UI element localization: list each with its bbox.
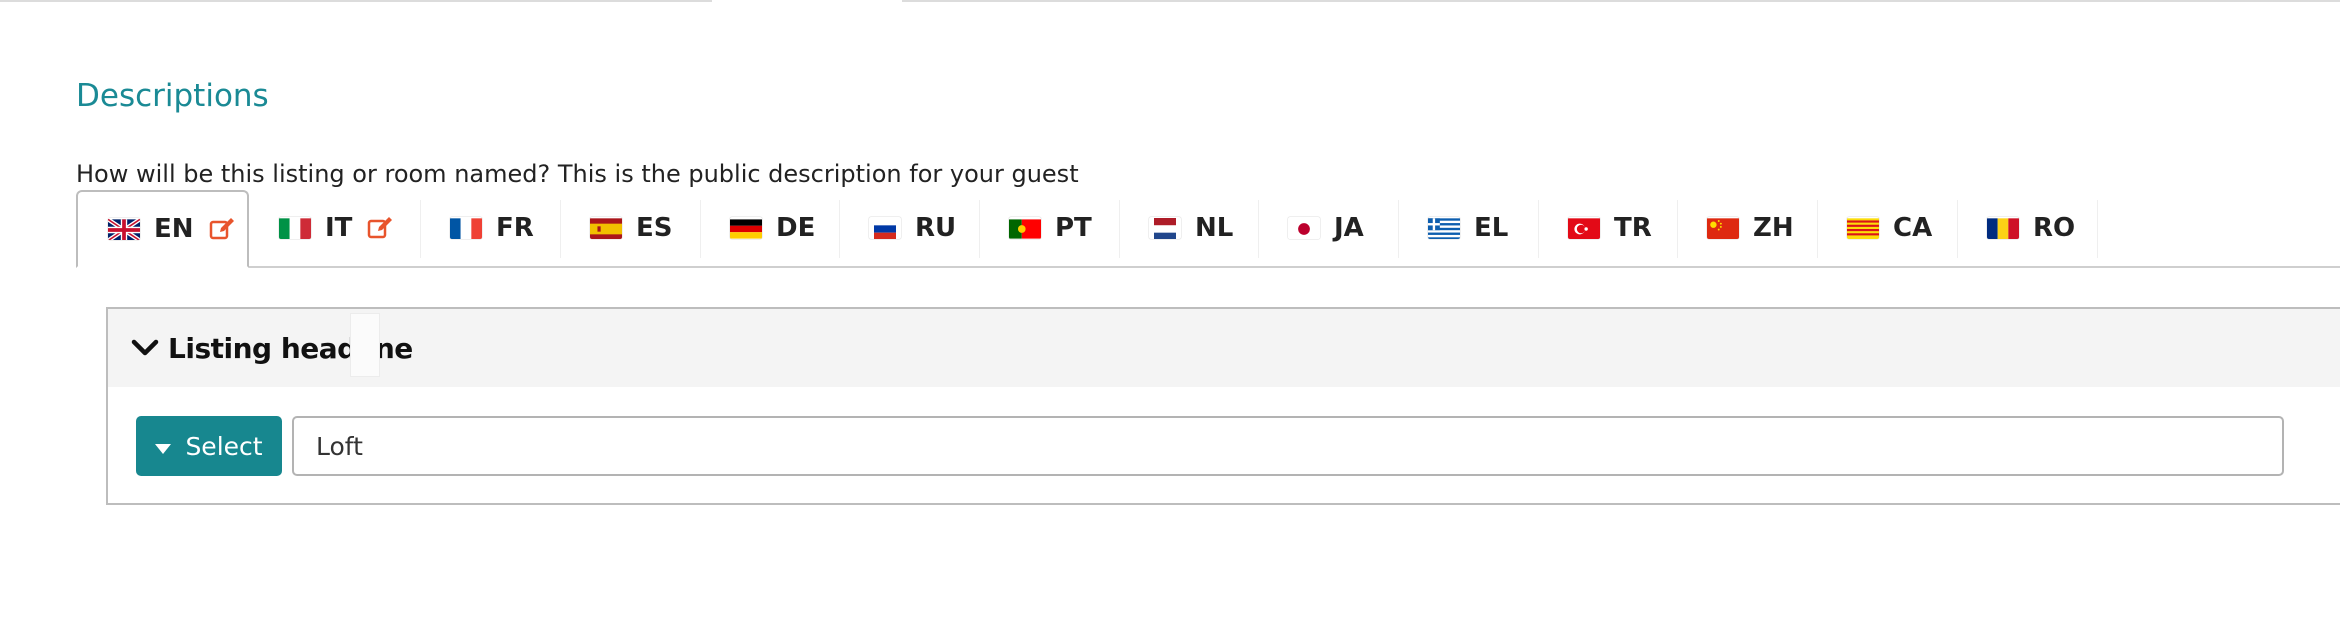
gr-flag-icon (1428, 217, 1460, 239)
ro-flag-icon (1987, 217, 2019, 239)
section-help-text: How will be this listing or room named? … (76, 160, 1079, 188)
pt-flag-icon (1009, 217, 1041, 239)
panel-header[interactable]: Listing headline (108, 309, 2340, 387)
es-flag-icon (590, 217, 622, 239)
catalonia-flag-icon (1847, 217, 1879, 239)
tab-label: JA (1334, 213, 1364, 243)
select-dropdown-button[interactable]: Select (136, 416, 282, 476)
tab-label: ES (636, 213, 673, 243)
tab-label: PT (1055, 213, 1092, 243)
tab-zh[interactable]: ZH (1677, 190, 1817, 266)
tab-it[interactable]: IT (249, 190, 434, 266)
tab-el[interactable]: EL (1398, 190, 1538, 266)
tab-label: FR (496, 213, 534, 243)
tab-ru[interactable]: RU (839, 190, 979, 266)
tab-ja[interactable]: JA (1258, 190, 1398, 266)
ru-flag-icon (869, 217, 901, 239)
header-marker (350, 313, 380, 377)
nl-flag-icon (1149, 217, 1181, 239)
chevron-down-icon[interactable] (130, 333, 160, 363)
section-title: Descriptions (76, 78, 269, 114)
jp-flag-icon (1288, 217, 1320, 239)
tab-label: IT (325, 213, 353, 243)
tab-ro[interactable]: RO (1957, 190, 2097, 266)
tab-pt[interactable]: PT (979, 190, 1119, 266)
tab-label: EN (154, 214, 194, 244)
select-label: Select (185, 431, 263, 461)
tab-fr[interactable]: FR (420, 190, 560, 266)
top-divider-right (902, 0, 2340, 2)
headline-input[interactable] (292, 416, 2284, 476)
language-tabs: EN IT FR ES DE RU PT NL JA EL TR ZH CA R… (76, 190, 2340, 268)
tab-label: CA (1893, 213, 1933, 243)
cn-flag-icon (1707, 217, 1739, 239)
edit-icon (208, 215, 236, 243)
tab-label: EL (1474, 213, 1509, 243)
tabs-baseline (76, 266, 2340, 268)
top-divider-left (0, 0, 712, 2)
fr-flag-icon (450, 217, 482, 239)
tab-label: DE (776, 213, 816, 243)
it-flag-icon (279, 217, 311, 239)
tab-label: RO (2033, 213, 2076, 243)
gb-flag-icon (108, 218, 140, 240)
tab-label: TR (1614, 213, 1652, 243)
tab-en[interactable]: EN (76, 190, 249, 268)
edit-icon (366, 214, 394, 242)
caret-down-icon (155, 432, 172, 461)
tab-divider (2097, 200, 2098, 258)
tab-label: ZH (1753, 213, 1794, 243)
tab-de[interactable]: DE (700, 190, 839, 266)
tab-nl[interactable]: NL (1119, 190, 1258, 266)
tab-ca[interactable]: CA (1817, 190, 1957, 266)
tab-label: RU (915, 213, 957, 243)
tab-es[interactable]: ES (560, 190, 700, 266)
de-flag-icon (730, 217, 762, 239)
tab-label: NL (1195, 213, 1234, 243)
tab-tr[interactable]: TR (1538, 190, 1677, 266)
listing-headline-panel: Listing headline Select (106, 307, 2340, 505)
tr-flag-icon (1568, 217, 1600, 239)
